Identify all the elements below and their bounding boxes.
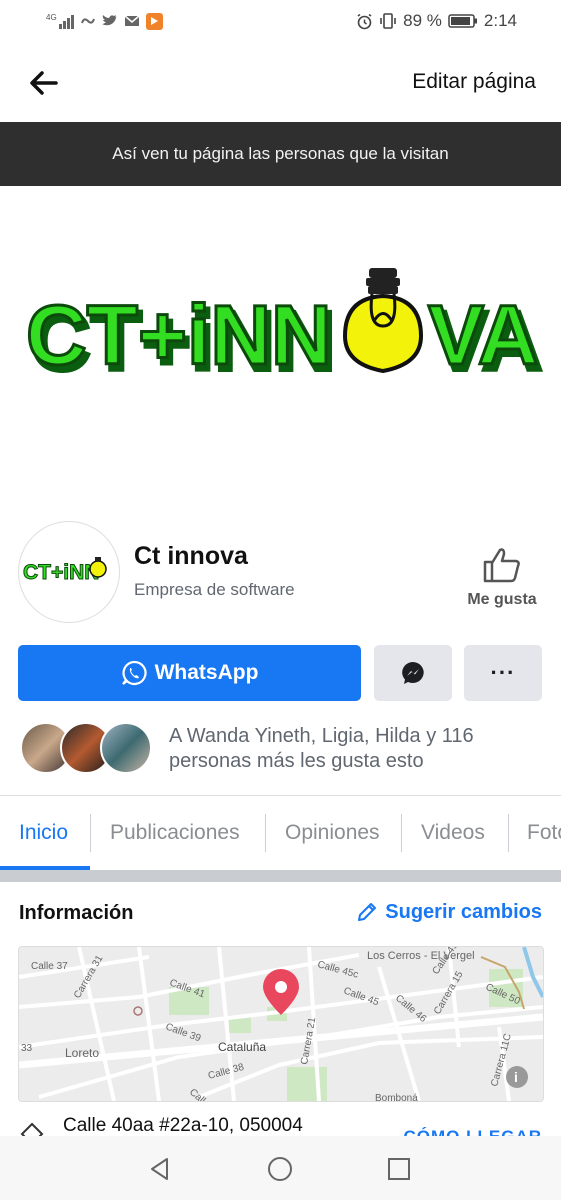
suggest-changes-button[interactable]: Sugerir cambios [355,900,542,924]
tab-separator [508,814,509,852]
nav-recents-button[interactable] [382,1152,416,1186]
whatsapp-button[interactable]: WhatsApp [18,645,361,701]
ctinnova-logo: CT+iNN CT+iNN VA VA [25,268,544,390]
preview-banner: Así ven tu página las personas que la vi… [0,122,561,186]
battery-percent: 89 % [403,11,442,30]
friend-avatars[interactable] [20,722,160,774]
map-label: Bomboná [375,1093,418,1101]
pencil-icon [358,903,377,921]
svg-text:CT+iNN: CT+iNN [23,561,99,584]
map-label: 33 [21,1043,33,1054]
thumbs-up-icon [483,548,520,583]
profile-picture[interactable]: CT+iNN [18,521,120,623]
tab-publicaciones[interactable]: Publicaciones [110,796,240,870]
tab-inicio[interactable]: Inicio [19,796,68,870]
map-canvas: Calle 37 Carrera 31 Calle 41 Calle 39 Lo… [19,947,543,1101]
signal-icon: 4G [46,13,74,29]
location-map[interactable]: Calle 37 Carrera 31 Calle 41 Calle 39 Lo… [18,946,544,1102]
edit-page-button[interactable]: Editar página [412,70,536,94]
likes-summary[interactable]: A Wanda Yineth, Ligia, Hilda y 116 perso… [169,724,529,774]
tab-opiniones[interactable]: Opiniones [285,796,380,870]
messenger-icon [402,662,424,684]
address-text: Calle 40aa #22a-10, 050004 [63,1115,303,1136]
more-options-button[interactable]: ··· [464,645,542,701]
twitter-icon [101,15,117,26]
whatsapp-icon [121,660,147,686]
square-recents-icon [388,1158,410,1180]
svg-text:CT+iNN: CT+iNN [26,288,332,382]
more-icon: ··· [490,660,516,685]
vibrate-icon [380,13,396,29]
nav-home-button[interactable] [263,1152,297,1186]
nav-back-button[interactable] [143,1152,177,1186]
map-label: Loreto [65,1046,99,1060]
messenger-button[interactable] [374,645,452,701]
lightbulb-icon [342,268,424,374]
link-icon [80,18,95,24]
like-label: Me gusta [467,591,537,608]
tab-videos[interactable]: Videos [421,796,485,870]
section-separator [0,870,561,882]
gmail-icon [124,15,140,26]
alarm-icon [357,13,372,29]
like-button[interactable]: Me gusta [458,546,546,609]
triangle-back-icon [151,1158,168,1180]
page-category: Empresa de software [134,580,295,599]
top-bar: Editar página [0,42,561,122]
battery-icon [448,14,477,28]
svg-text:i: i [514,1069,518,1085]
tab-fotos[interactable]: Fotos [527,796,561,870]
back-arrow-icon[interactable] [26,66,60,100]
page-name: Ct innova [134,542,248,570]
tab-separator [265,814,266,852]
svg-text:VA: VA [428,288,538,382]
network-label: 4G [46,13,57,22]
tab-separator [401,814,402,852]
clock: 2:14 [483,11,517,30]
map-label: Los Cerros - El Vergel [367,950,475,962]
profile-logo: CT+iNN [23,557,107,585]
play-icon [145,12,163,30]
system-nav-bar [0,1136,561,1200]
tab-separator [90,814,91,852]
page-tabs: Inicio Publicaciones Opiniones Videos Fo… [0,796,561,870]
status-bar: 4G 89 % 2:14 [0,0,561,42]
preview-banner-text: Así ven tu página las personas que la vi… [112,144,449,163]
info-title: Información [19,902,134,924]
map-info-icon: i [506,1066,528,1088]
map-label: Calle 37 [31,961,68,972]
cover-photo[interactable]: CT+iNN CT+iNN VA VA [0,186,561,520]
circle-home-icon [268,1157,292,1181]
map-label: Cataluña [218,1040,266,1054]
whatsapp-label: WhatsApp [154,661,259,684]
avatar [100,722,152,774]
suggest-changes-label: Sugerir cambios [385,900,542,923]
